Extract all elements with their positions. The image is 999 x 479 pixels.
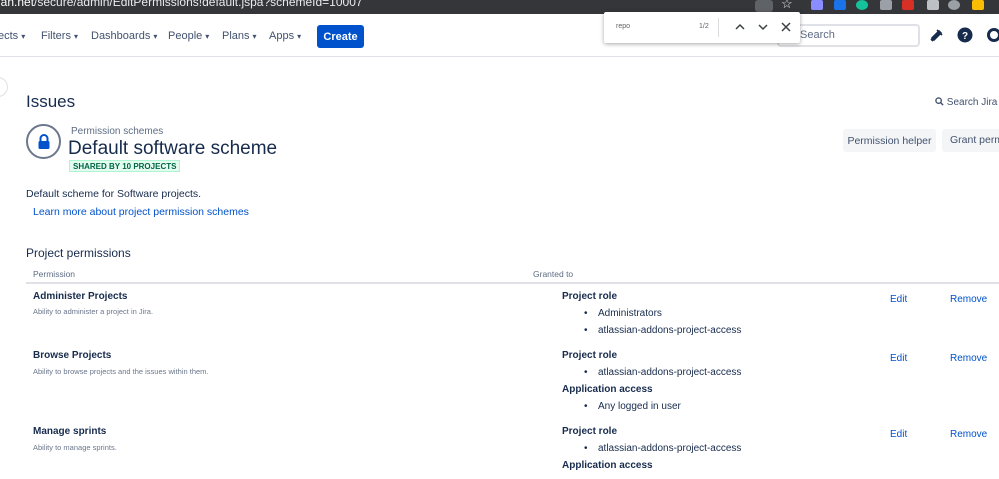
shared-by-projects-badge[interactable]: SHARED BY 10 PROJECTS [69,160,181,172]
find-match-count: 1/2 [699,23,709,30]
remove-link[interactable]: Remove [950,429,987,440]
permission-name: Administer Projects [33,291,128,302]
nav-apps[interactable]: Apps ▾ [269,30,301,42]
close-icon [781,22,791,32]
browser-toolbar: ian.net/secure/admin/EditPermissions!def… [0,0,999,14]
scheme-title: Default software scheme [68,138,278,159]
permission-helper-button[interactable]: Permission helper [843,129,936,152]
address-bar[interactable]: ian.net/secure/admin/EditPermissions!def… [0,0,363,9]
search-jira-link[interactable]: Search Jira a [935,97,999,108]
grant-item: atlassian-addons-project-access [584,443,741,454]
svg-text:?: ? [962,31,968,42]
search-icon [935,97,944,106]
edit-link[interactable]: Edit [890,294,907,305]
scheme-description: Default scheme for Software projects. [26,188,202,200]
nav-people[interactable]: People ▾ [168,30,209,42]
grant-item: atlassian-addons-project-access [584,325,741,336]
find-previous-button[interactable] [731,18,749,36]
sidebar-collapse-button[interactable] [0,77,8,97]
lock-icon [26,124,61,159]
grant-type-label: Project role [562,426,618,437]
grant-item: atlassian-addons-project-access [584,367,741,378]
grant-type-label: Project role [562,350,618,361]
chevron-down-icon: ▾ [297,32,302,41]
edit-link[interactable]: Edit [890,429,907,440]
column-header-granted-to: Granted to [533,269,574,279]
extension-icon[interactable] [811,0,823,10]
notifications-icon[interactable] [928,27,944,43]
nav-plans[interactable]: Plans ▾ [222,30,257,42]
permission-name: Manage sprints [33,426,107,437]
permission-description: Ability to manage sprints. [33,443,117,452]
chevron-down-icon: ▾ [252,32,257,41]
header-divider [26,282,999,284]
section-title: Project permissions [26,246,131,260]
extension-icon[interactable] [948,0,960,10]
extension-icon[interactable] [927,0,939,10]
remove-link[interactable]: Remove [950,294,987,305]
learn-more-link[interactable]: Learn more about project permission sche… [33,206,249,218]
find-in-page-bar: repo 1/2 [604,12,800,43]
remove-link[interactable]: Remove [950,353,987,364]
chevron-down-icon [758,24,768,31]
nav-filters[interactable]: Filters ▾ [41,30,78,42]
extension-icon[interactable] [880,0,892,10]
adblock-icon[interactable] [902,0,914,10]
find-separator [718,18,719,37]
find-query-input[interactable]: repo [616,23,630,30]
grant-type-label: Application access [562,384,653,395]
grammarly-icon[interactable] [856,0,868,10]
page-title: Issues [26,92,76,111]
permission-description: Ability to administer a project in Jira. [33,307,154,316]
chevron-down-icon: ▾ [205,32,210,41]
grant-type-label: Application access [562,460,653,471]
column-header-permission: Permission [33,269,76,279]
grant-permission-button[interactable]: Grant perm [942,129,999,152]
bookmark-star-icon[interactable]: ☆ [781,0,793,12]
permission-description: Ability to browse projects and the issue… [33,367,209,376]
permission-name: Browse Projects [33,350,112,361]
edit-link[interactable]: Edit [890,353,907,364]
chevron-up-icon [735,23,745,30]
extension-icon[interactable] [834,0,846,10]
extension-icon[interactable] [972,0,984,10]
breadcrumb-permission-schemes[interactable]: Permission schemes [71,126,163,137]
top-navigation: ects ▾ Filters ▾ Dashboards ▾ People ▾ Plans… [0,14,999,57]
find-close-button[interactable] [777,18,795,36]
help-icon[interactable]: ? [957,27,973,43]
install-app-icon[interactable] [755,0,773,12]
settings-gear-icon[interactable] [986,27,999,43]
chevron-down-icon: ▾ [21,32,26,41]
grant-type-label: Project role [562,291,618,302]
chevron-down-icon: ▾ [153,32,158,41]
nav-projects[interactable]: ects ▾ [0,30,25,42]
chevron-down-icon: ▾ [73,32,78,41]
grant-item: Administrators [584,308,662,319]
grant-item: Any logged in user [584,401,681,412]
create-button[interactable]: Create [317,25,364,48]
nav-dashboards[interactable]: Dashboards ▾ [91,30,157,42]
find-next-button[interactable] [754,18,772,36]
